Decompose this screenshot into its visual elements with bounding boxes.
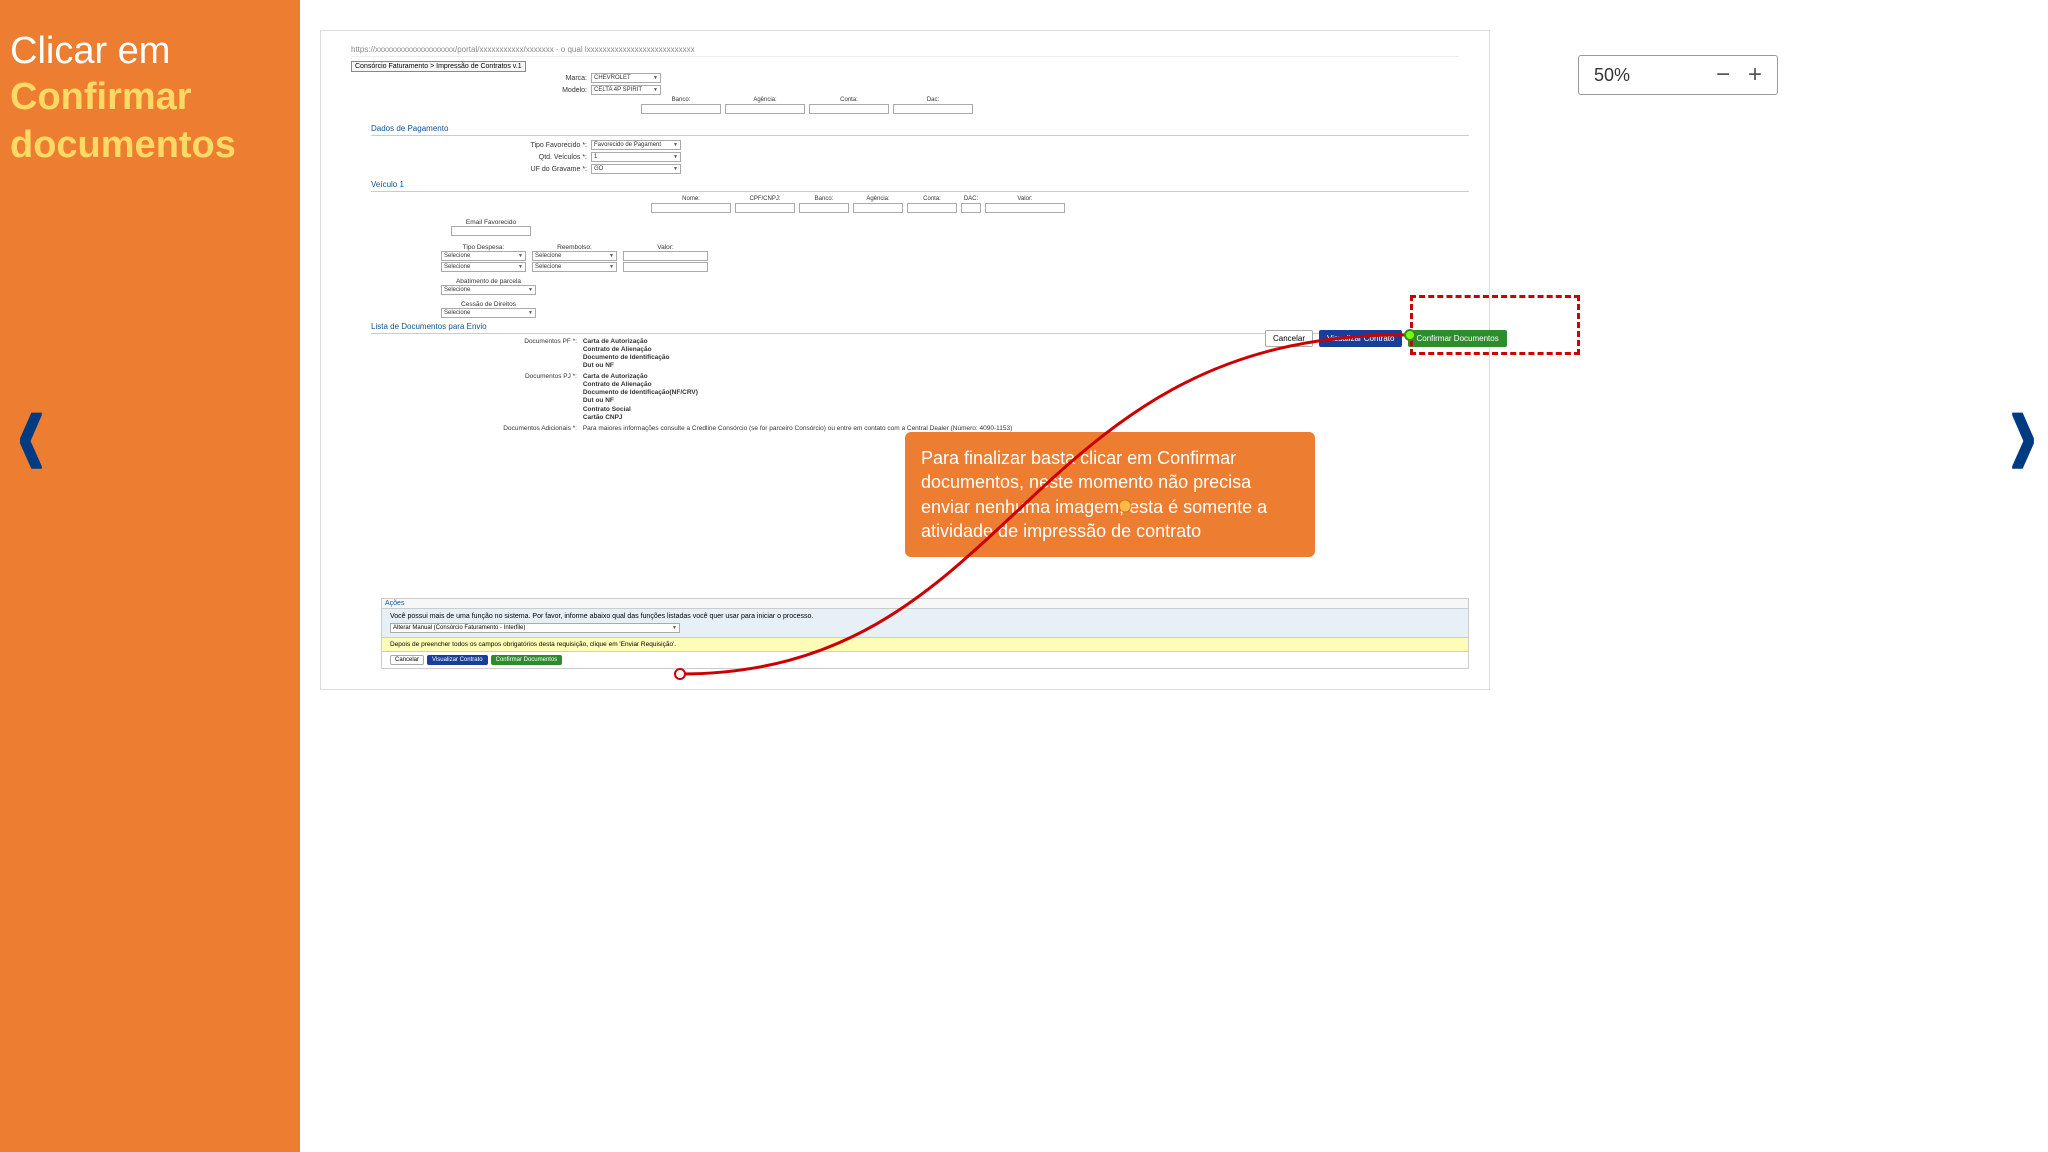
modelo-label: Modelo: — [471, 87, 591, 94]
docs-adic-label: Documentos Adicionais *: — [471, 425, 581, 433]
reembolso-select-2[interactable]: Selecione — [532, 262, 617, 272]
qtd-select[interactable]: 1 — [591, 152, 681, 162]
acoes-warning: Depois de preencher todos os campos obri… — [381, 638, 1469, 652]
cessao-select[interactable]: Selecione — [441, 308, 536, 318]
acoes-body-text: Você possui mais de uma função no sistem… — [390, 613, 1460, 620]
agencia-input[interactable] — [725, 104, 805, 114]
docs-pf-list: Carta de AutorizaçãoContrato de Alienaçã… — [583, 338, 670, 371]
conta2-input[interactable] — [907, 203, 957, 213]
instruction-line1: Clicar em — [10, 30, 290, 73]
valor-input[interactable] — [985, 203, 1065, 213]
acoes-buttons-row: Cancelar Visualizar Contrato Confirmar D… — [381, 652, 1469, 669]
tipo-fav-select[interactable]: Favorecido de Pagament — [591, 140, 681, 150]
agencia2-label: Agência: — [866, 196, 889, 202]
cessao-label: Cessão de Direitos — [441, 301, 536, 308]
bank-row-top: Banco: Agência: Conta: Dac: — [641, 97, 1469, 114]
acoes-header: Ações — [381, 598, 1469, 609]
marca-label: Marca: — [471, 75, 591, 82]
abatimento-label: Abatimento de parcela — [441, 278, 536, 285]
zoom-minus[interactable]: − — [1716, 61, 1730, 89]
dac2-label: DAC: — [964, 196, 978, 202]
visualizar-contrato-button[interactable]: Visualizar Contrato — [1319, 330, 1402, 347]
cpf-label: CPF/CNPJ: — [749, 196, 780, 202]
conta-input[interactable] — [809, 104, 889, 114]
app-screenshot: https://xxxxxxxxxxxxxxxxxxxx/portal/xxxx… — [320, 30, 1490, 690]
docs-pf-label: Documentos PF *: — [471, 338, 581, 346]
tipo-despesa-label: Tipo Despesa: — [441, 244, 526, 251]
email-fav-input[interactable] — [451, 226, 531, 236]
bank-row-veiculo: Nome: CPF/CNPJ: Banco: Agência: Conta: D… — [651, 196, 1469, 213]
section-dados-pagamento: Dados de Pagamento — [371, 120, 1469, 136]
instruction-panel: Clicar em Confirmar documentos — [0, 0, 300, 1152]
abatimento-select[interactable]: Selecione — [441, 285, 536, 295]
banco2-input[interactable] — [799, 203, 849, 213]
cpf-input[interactable] — [735, 203, 795, 213]
reembolso-label: Reembolso: — [532, 244, 617, 251]
banco-input[interactable] — [641, 104, 721, 114]
zoom-value: 50% — [1594, 65, 1630, 86]
callout-note: Para finalizar basta clicar em Confirmar… — [905, 432, 1315, 557]
conta-label: Conta: — [840, 97, 858, 103]
tipo-fav-label: Tipo Favorecido *: — [471, 142, 591, 149]
email-fav-label: Email Favorecido — [451, 219, 531, 226]
agencia2-input[interactable] — [853, 203, 903, 213]
valor-label: Valor: — [1017, 196, 1032, 202]
acoes-visualizar-button[interactable]: Visualizar Contrato — [427, 655, 488, 665]
modelo-select[interactable]: CELTA 4P SPIRIT — [591, 85, 661, 95]
agencia-label: Agência: — [753, 97, 776, 103]
instruction-line2b: documentos — [10, 123, 290, 169]
reembolso-select-1[interactable]: Selecione — [532, 251, 617, 261]
tipo-despesa-select-1[interactable]: Selecione — [441, 251, 526, 261]
nome-label: Nome: — [682, 196, 700, 202]
dac2-input[interactable] — [961, 203, 981, 213]
uf-label: UF do Gravame *: — [471, 166, 591, 173]
qtd-label: Qtd. Veículos *: — [471, 154, 591, 161]
valor-despesa-input-2[interactable] — [623, 262, 708, 272]
tipo-despesa-select-2[interactable]: Selecione — [441, 262, 526, 272]
url-bar: https://xxxxxxxxxxxxxxxxxxxx/portal/xxxx… — [351, 45, 1459, 57]
acoes-panel: Ações Você possui mais de uma função no … — [381, 598, 1469, 669]
acoes-confirmar-button[interactable]: Confirmar Documentos — [491, 655, 563, 665]
section-veiculo1: Veículo 1 — [371, 176, 1469, 192]
acoes-body: Você possui mais de uma função no sistem… — [381, 609, 1469, 638]
banco-label: Banco: — [672, 97, 691, 103]
acoes-role-select[interactable]: Alterar Manual (Consórcio Faturamento - … — [390, 623, 680, 633]
dac-label: Dac: — [927, 97, 939, 103]
cancelar-button[interactable]: Cancelar — [1265, 330, 1313, 347]
zoom-plus[interactable]: + — [1748, 61, 1762, 89]
docs-pj-list: Carta de AutorizaçãoContrato de Alienaçã… — [583, 373, 698, 422]
nome-input[interactable] — [651, 203, 731, 213]
valor-despesa-input-1[interactable] — [623, 251, 708, 261]
zoom-control: 50% − + — [1578, 55, 1778, 95]
banco2-label: Banco: — [815, 196, 834, 202]
highlight-rectangle — [1410, 295, 1580, 355]
valor-despesa-label: Valor: — [623, 244, 708, 251]
conta2-label: Conta: — [923, 196, 941, 202]
prev-slide-chevron[interactable]: ‹ — [16, 349, 46, 514]
breadcrumb: Consórcio Faturamento > Impressão de Con… — [351, 61, 526, 72]
uf-select[interactable]: GO — [591, 164, 681, 174]
dac-input[interactable] — [893, 104, 973, 114]
instruction-line2a: Confirmar — [10, 75, 290, 121]
docs-pj-label: Documentos PJ *: — [471, 373, 581, 381]
next-slide-chevron[interactable]: › — [2008, 349, 2038, 514]
marca-select[interactable]: CHEVROLET — [591, 73, 661, 83]
acoes-cancelar-button[interactable]: Cancelar — [390, 655, 424, 665]
